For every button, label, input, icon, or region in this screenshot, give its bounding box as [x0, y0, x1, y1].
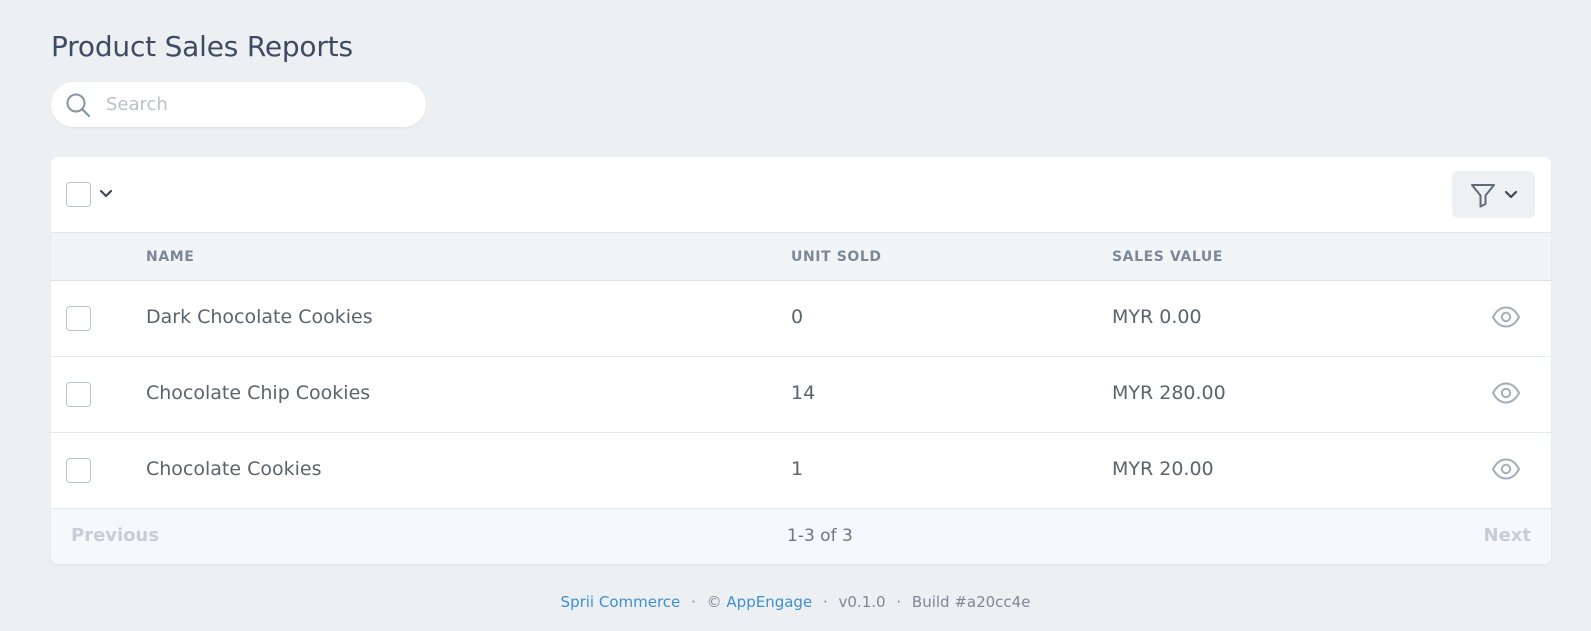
- row-checkbox[interactable]: [66, 382, 91, 407]
- filter-button[interactable]: [1452, 171, 1535, 218]
- copyright-symbol: ©: [706, 593, 722, 611]
- chevron-down-icon[interactable]: [99, 187, 113, 201]
- eye-icon[interactable]: [1491, 381, 1521, 405]
- next-page-button[interactable]: Next: [1484, 525, 1532, 546]
- footer-separator: ·: [896, 593, 902, 611]
- pagination: Previous 1-3 of 3 Next: [51, 509, 1551, 564]
- page-title: Product Sales Reports: [51, 30, 353, 63]
- table-row: Chocolate Chip Cookies 14 MYR 280.00: [51, 357, 1551, 433]
- search-input[interactable]: [106, 84, 406, 125]
- footer-separator: ·: [822, 593, 828, 611]
- product-name: Chocolate Cookies: [146, 458, 322, 480]
- chevron-down-icon: [1504, 190, 1518, 199]
- product-name: Dark Chocolate Cookies: [146, 306, 373, 328]
- product-name: Chocolate Chip Cookies: [146, 382, 371, 404]
- search-box[interactable]: [51, 82, 426, 127]
- table-row: Dark Chocolate Cookies 0 MYR 0.00: [51, 281, 1551, 357]
- build-text: Build #a20cc4e: [911, 593, 1031, 611]
- unit-sold: 0: [791, 306, 804, 328]
- table-toolbar: [51, 157, 1551, 232]
- footer-separator: ·: [691, 593, 696, 611]
- search-icon: [66, 93, 91, 118]
- unit-sold: 14: [791, 382, 816, 404]
- table-header: NAME UNIT SOLD SALES VALUE: [51, 232, 1551, 281]
- sales-value: MYR 20.00: [1112, 458, 1214, 480]
- filter-icon: [1471, 184, 1495, 208]
- previous-page-button[interactable]: Previous: [71, 525, 159, 546]
- unit-sold: 1: [791, 458, 804, 480]
- column-header-sales-value[interactable]: SALES VALUE: [1112, 249, 1223, 265]
- table-row: Chocolate Cookies 1 MYR 20.00: [51, 433, 1551, 509]
- column-header-unit-sold[interactable]: UNIT SOLD: [791, 249, 882, 265]
- sales-value: MYR 0.00: [1112, 306, 1202, 328]
- company-link[interactable]: AppEngage: [726, 593, 812, 611]
- pagination-range: 1-3 of 3: [787, 526, 853, 546]
- eye-icon[interactable]: [1491, 305, 1521, 329]
- brand-link[interactable]: Sprii Commerce: [561, 593, 681, 611]
- page-footer: Sprii Commerce · © AppEngage · v0.1.0 · …: [0, 593, 1591, 611]
- row-checkbox[interactable]: [66, 306, 91, 331]
- row-checkbox[interactable]: [66, 458, 91, 483]
- version-text: v0.1.0: [838, 593, 886, 611]
- eye-icon[interactable]: [1491, 457, 1521, 481]
- page: Product Sales Reports NAME UNI: [0, 0, 1591, 631]
- report-table-card: NAME UNIT SOLD SALES VALUE Dark Chocolat…: [51, 157, 1551, 564]
- select-all-checkbox[interactable]: [66, 182, 91, 207]
- column-header-name[interactable]: NAME: [146, 249, 194, 265]
- sales-value: MYR 280.00: [1112, 382, 1226, 404]
